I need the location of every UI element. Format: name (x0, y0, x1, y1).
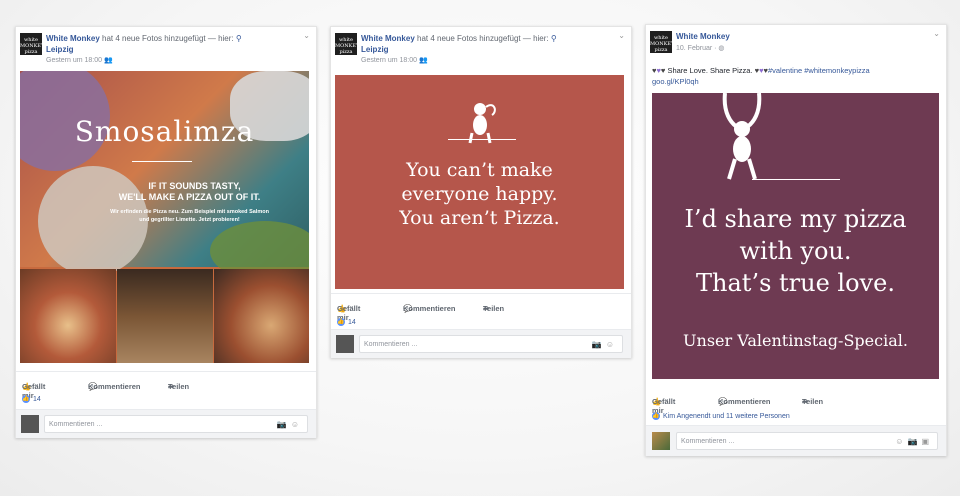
comment-input[interactable]: Kommentieren ... ☺📷▣ (676, 432, 938, 450)
location-pin-icon: ⚲ (235, 34, 242, 43)
emoji-icon[interactable]: ☺ (291, 420, 303, 429)
hearts-icon: ♥♥♥ (652, 66, 666, 75)
tagline-1: IF IT SOUNDS TASTY, (148, 181, 241, 191)
post-actions: 👍 Gefällt mir 💬 Kommentieren ➦ Teilen (652, 397, 824, 415)
avatar (652, 432, 670, 450)
image-line-3: You aren’t Pizza. (399, 207, 560, 229)
image-line-2: with you. (739, 237, 852, 265)
post-image[interactable]: I’d share my pizza with you. That’s true… (652, 93, 939, 379)
caption-text: Share Love. Share Pizza. (667, 66, 753, 75)
camera-icon[interactable]: 📷 (592, 340, 606, 349)
image-line-2: everyone happy. (401, 183, 558, 205)
image-line-1: You can’t make (406, 159, 553, 181)
post-actions: 👍 Gefällt mir 💬 Kommentieren ➦ Teilen (331, 293, 631, 322)
comment-input[interactable]: Kommentieren ... 📷☺ (359, 335, 623, 353)
image-line-3: That’s true love. (696, 269, 895, 297)
like-bubble-icon: 👍 (22, 395, 30, 403)
headline-divider (132, 161, 192, 162)
post-time[interactable]: 10. Februar (676, 45, 712, 52)
avatar (21, 415, 39, 433)
image-line-4: Unser Valentinstag-Special. (683, 331, 908, 350)
comment-area: Kommentieren ... 📷☺ (331, 329, 631, 358)
like-count[interactable]: 👍 14 (337, 318, 356, 326)
page-logo[interactable]: white MONKEY pizza (20, 33, 44, 55)
location-link[interactable]: Leipzig (46, 45, 74, 54)
page-name-link[interactable]: White Monkey (676, 32, 730, 41)
page-logo[interactable]: white MONKEY pizza (335, 33, 359, 55)
comment-area: Kommentieren ... ☺📷▣ (646, 425, 946, 456)
sticker-icon[interactable]: ▣ (921, 437, 933, 446)
action-text: hat 4 neue Fotos hinzugefügt — hier: (99, 34, 236, 43)
post-1: white MONKEY pizza White Monkey hat 4 neue… (15, 26, 317, 438)
post-image[interactable]: You can’t make everyone happy. You aren’… (335, 75, 624, 289)
likers-summary[interactable]: 👍 Kim Angenendt und 11 weitere Personen (652, 412, 790, 420)
monkey-icon (722, 93, 762, 180)
audience-icon: 👥 (418, 57, 428, 64)
post-3: white MONKEY pizza White Monkey 10. Februa… (645, 24, 947, 456)
camera-icon[interactable]: 📷 (907, 437, 921, 446)
body-text-2: und gegrillter Limette. Jetzt probieren! (139, 217, 240, 223)
globe-icon: ◍ (718, 45, 725, 52)
chevron-down-icon[interactable]: ⌄ (933, 29, 940, 38)
image-headline: Smosalimza (74, 115, 255, 148)
comment-input[interactable]: Kommentieren ... 📷☺ (44, 415, 308, 433)
page-logo[interactable]: white MONKEY pizza (650, 31, 674, 53)
action-text: hat 4 neue Fotos hinzugefügt — hier: (414, 34, 551, 43)
hearts-icon-2: ♥♥♥ (754, 66, 768, 75)
photo-chef[interactable] (117, 269, 213, 363)
page-name-link[interactable]: White Monkey (46, 34, 100, 43)
tagline-2: WE'LL MAKE A PIZZA OUT OF IT. (118, 192, 261, 202)
comment-area: Kommentieren ... 📷☺ (16, 409, 316, 438)
post-header: white MONKEY pizza White Monkey hat 4 neue… (331, 27, 631, 67)
short-link[interactable]: goo.gl/KPl0qh (652, 77, 699, 86)
photo-pizza-2[interactable] (214, 269, 309, 363)
post-time[interactable]: Gestern um 18:00 (46, 57, 102, 64)
monkey-baseline (752, 179, 840, 180)
photo-pizza-1[interactable] (20, 269, 116, 363)
image-line-1: I’d share my pizza (684, 205, 907, 233)
like-bubble-icon: 👍 (652, 412, 660, 420)
avatar (336, 335, 354, 353)
post-header: white MONKEY pizza White Monkey hat 4 neue… (16, 27, 316, 67)
post-header: white MONKEY pizza White Monkey 10. Februa… (650, 29, 940, 53)
hashtags-link[interactable]: #valentine #whitemonkeypizza (768, 66, 870, 75)
location-pin-icon: ⚲ (550, 34, 557, 43)
body-text-1: Wir erfinden die Pizza neu. Zum Beispiel… (110, 209, 269, 215)
emoji-icon[interactable]: ☺ (895, 437, 907, 446)
like-count[interactable]: 👍 14 (22, 395, 41, 403)
chevron-down-icon[interactable]: ⌄ (303, 31, 310, 40)
post-2: white MONKEY pizza White Monkey hat 4 neue… (330, 26, 632, 358)
emoji-icon[interactable]: ☺ (606, 340, 618, 349)
location-link[interactable]: Leipzig (361, 45, 389, 54)
like-bubble-icon: 👍 (337, 318, 345, 326)
audience-icon: 👥 (103, 57, 113, 64)
post-caption: ♥♥♥ Share Love. Share Pizza. ♥♥♥#valenti… (652, 65, 940, 87)
post-time[interactable]: Gestern um 18:00 (361, 57, 417, 64)
page-name-link[interactable]: White Monkey (361, 34, 415, 43)
camera-icon[interactable]: 📷 (277, 420, 291, 429)
post-image[interactable]: Smosalimza IF IT SOUNDS TASTY, WE'LL MAK… (20, 71, 309, 363)
monkey-baseline (448, 139, 516, 140)
post-actions: 👍 Gefällt mir 💬 Kommentieren ➦ Teilen (16, 371, 316, 400)
chevron-down-icon[interactable]: ⌄ (618, 31, 625, 40)
